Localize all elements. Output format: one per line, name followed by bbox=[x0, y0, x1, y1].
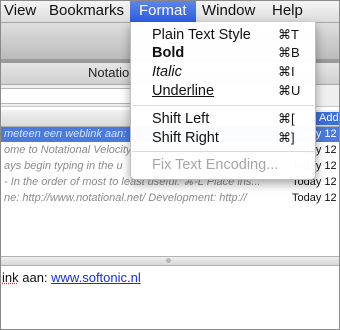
screenshot-border bbox=[0, 0, 340, 330]
